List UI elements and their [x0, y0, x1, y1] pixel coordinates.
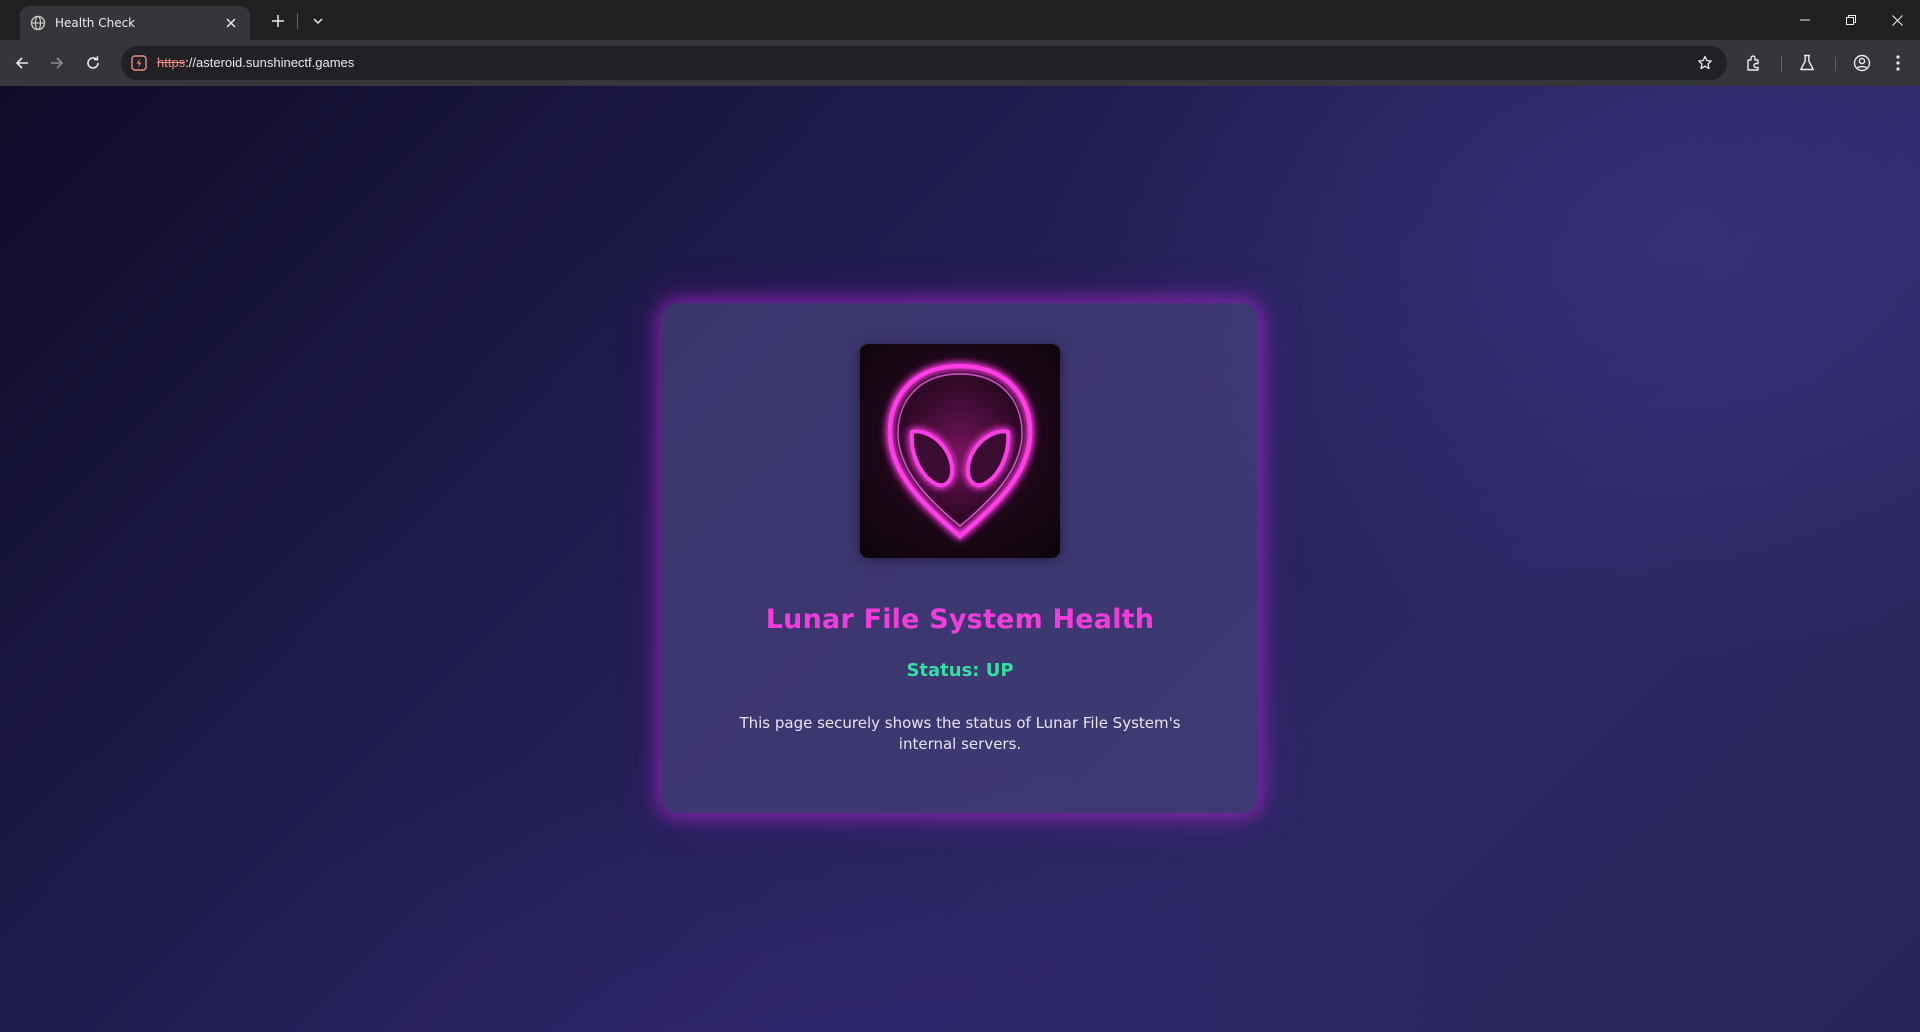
page-description: This page securely shows the status of L…: [739, 714, 1181, 753]
address-bar[interactable]: https://asteroid.sunshinectf.games: [121, 46, 1727, 80]
tab-strip: Health Check: [0, 0, 1920, 40]
chevron-down-icon[interactable]: [306, 9, 330, 33]
neon-alien-head-icon: [860, 344, 1060, 558]
health-card: Lunar File System Health Status: UP This…: [662, 303, 1258, 813]
close-icon[interactable]: [1874, 0, 1920, 40]
tab-title: Health Check: [55, 16, 136, 30]
minimize-icon[interactable]: [1782, 0, 1828, 40]
profile-icon[interactable]: [1850, 51, 1874, 75]
toolbar-separator: [1835, 57, 1836, 71]
url-scheme: https: [157, 55, 186, 70]
forward-arrow-icon[interactable]: [43, 49, 71, 77]
menu-kebab-icon[interactable]: [1886, 51, 1910, 75]
plus-icon[interactable]: [266, 9, 290, 33]
page-title: Lunar File System Health: [765, 604, 1155, 635]
tab-separator: [297, 13, 298, 29]
url-host: ://asteroid.sunshinectf.games: [185, 55, 355, 70]
bookmark-star-icon[interactable]: [1693, 51, 1717, 75]
reload-icon[interactable]: [79, 49, 107, 77]
restore-icon[interactable]: [1828, 0, 1874, 40]
status-text: Status: UP: [906, 660, 1014, 681]
labs-flask-icon[interactable]: [1795, 51, 1819, 75]
globe-icon: [30, 15, 46, 31]
browser-toolbar: https://asteroid.sunshinectf.games: [0, 40, 1920, 86]
extensions-icon[interactable]: [1742, 51, 1766, 75]
browser-tab[interactable]: Health Check: [20, 6, 250, 40]
back-arrow-icon[interactable]: [8, 49, 36, 77]
not-secure-icon[interactable]: [127, 51, 151, 75]
close-icon[interactable]: [222, 14, 240, 32]
toolbar-separator: [1781, 57, 1782, 71]
url-text[interactable]: https://asteroid.sunshinectf.games: [157, 55, 354, 70]
page-viewport: Lunar File System Health Status: UP This…: [0, 86, 1920, 1032]
